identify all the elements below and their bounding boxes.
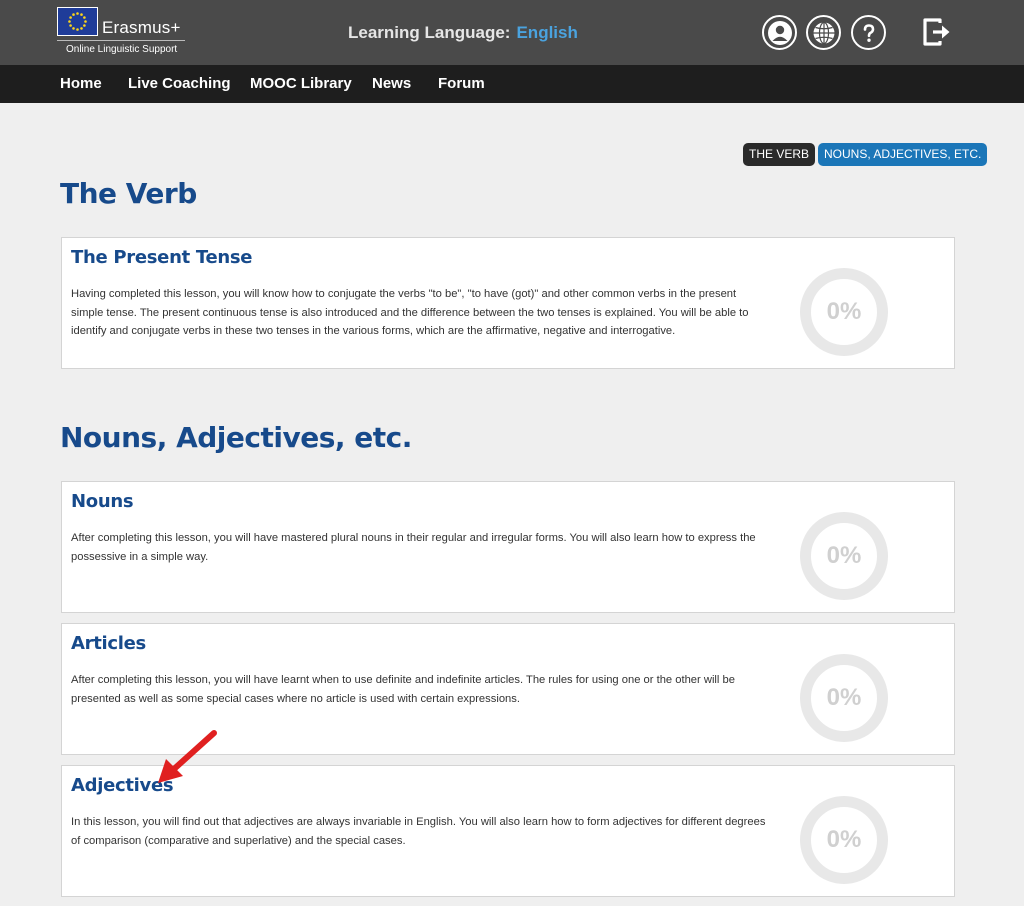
user-profile-button[interactable] bbox=[762, 15, 797, 50]
logo-divider bbox=[57, 40, 185, 41]
learning-language-value[interactable]: English bbox=[516, 23, 577, 42]
progress-ring: 0% bbox=[800, 512, 888, 600]
progress-percent: 0% bbox=[826, 298, 862, 325]
section-title-the-verb: The Verb bbox=[60, 177, 197, 210]
progress-percent: 0% bbox=[826, 826, 862, 853]
annotation-arrow-icon bbox=[158, 730, 217, 783]
logo-text: Erasmus+ bbox=[102, 18, 181, 37]
lesson-description: Having completed this lesson, you will k… bbox=[71, 288, 749, 338]
logo-subtitle: Online Linguistic Support bbox=[66, 44, 178, 55]
filter-tag-nouns-adjectives[interactable]: NOUNS, ADJECTIVES, ETC. bbox=[818, 143, 988, 166]
filter-tag-the-verb[interactable]: THE VERB bbox=[743, 143, 816, 166]
nav-news[interactable]: News bbox=[372, 75, 411, 92]
lesson-card-nouns[interactable]: Nouns After completing this lesson, you … bbox=[61, 481, 955, 613]
learning-language: Learning Language: English bbox=[348, 23, 578, 43]
main-nav: Home Live Coaching MOOC Library News For… bbox=[0, 65, 1024, 103]
help-button[interactable] bbox=[851, 15, 886, 50]
nav-live-coaching[interactable]: Live Coaching bbox=[128, 75, 231, 92]
section-title-nouns-adjectives: Nouns, Adjectives, etc. bbox=[60, 421, 412, 454]
lesson-description: After completing this lesson, you will h… bbox=[71, 532, 756, 563]
lesson-title[interactable]: Articles bbox=[71, 633, 146, 654]
progress-ring: 0% bbox=[800, 654, 888, 742]
nav-home[interactable]: Home bbox=[60, 75, 102, 92]
lesson-title[interactable]: Nouns bbox=[71, 491, 134, 512]
nav-forum[interactable]: Forum bbox=[438, 75, 485, 92]
progress-ring: 0% bbox=[800, 268, 888, 356]
top-header: Erasmus+ Online Linguistic Support Learn… bbox=[0, 0, 1024, 65]
lesson-title[interactable]: The Present Tense bbox=[71, 247, 252, 268]
progress-percent: 0% bbox=[826, 542, 862, 569]
logout-button[interactable] bbox=[920, 15, 954, 49]
lesson-description: In this lesson, you will find out that a… bbox=[71, 816, 766, 847]
lesson-description: After completing this lesson, you will h… bbox=[71, 674, 735, 705]
globe-icon bbox=[813, 21, 834, 44]
nav-mooc-library[interactable]: MOOC Library bbox=[250, 75, 352, 92]
erasmus-logo[interactable]: Erasmus+ Online Linguistic Support bbox=[57, 7, 185, 57]
user-icon bbox=[767, 20, 792, 45]
help-icon bbox=[863, 23, 874, 42]
lesson-card-present-tense[interactable]: The Present Tense Having completed this … bbox=[61, 237, 955, 369]
eu-flag-icon bbox=[57, 7, 98, 36]
progress-percent: 0% bbox=[826, 684, 862, 711]
logout-icon bbox=[923, 18, 950, 46]
language-button[interactable] bbox=[806, 15, 841, 50]
learning-language-label: Learning Language: bbox=[348, 23, 511, 42]
progress-ring: 0% bbox=[800, 796, 888, 884]
